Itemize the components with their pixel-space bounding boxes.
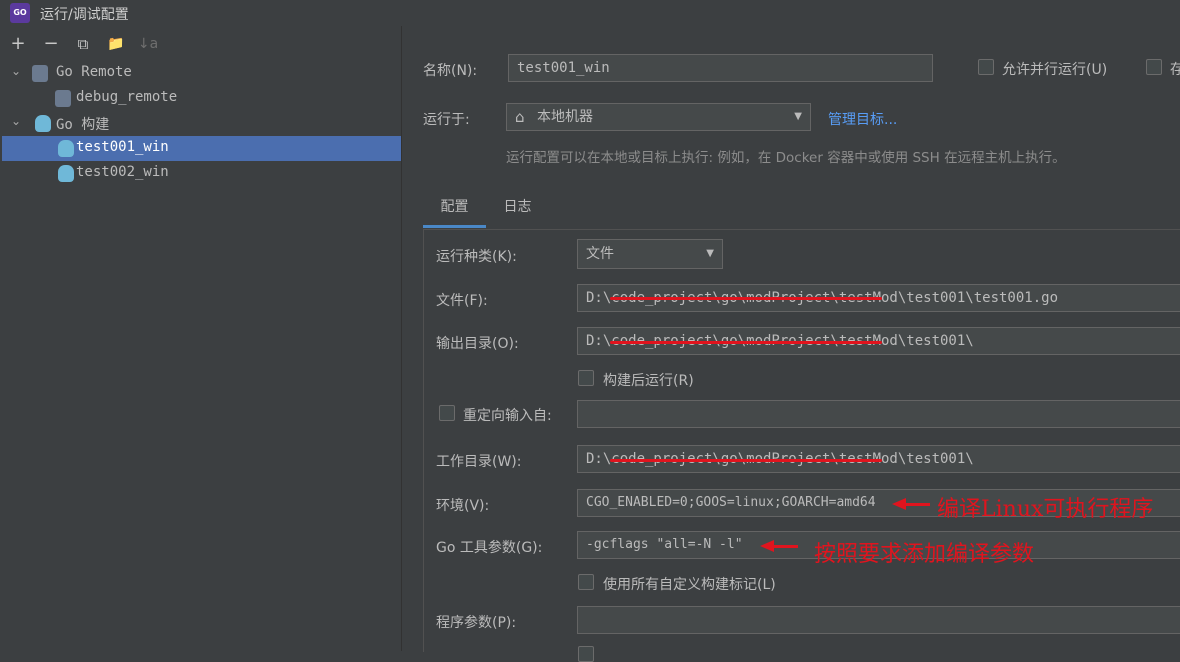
store-as-file-checkbox[interactable] (1146, 59, 1162, 75)
run-on-value: 本地机器 (537, 109, 593, 125)
name-field[interactable]: test001_win (508, 54, 933, 82)
goland-logo-icon: GO (10, 3, 30, 23)
window-title: 运行/调试配置 (40, 7, 129, 23)
chevron-down-icon[interactable]: ⌄ (11, 64, 21, 78)
config-editor: 名称(N): test001_win 允许并行运行(U) 存 运行于: ⌂ 本地… (402, 26, 1180, 662)
tab-logs[interactable]: 日志 (486, 194, 549, 228)
annotation-arrow-line (904, 503, 930, 506)
run-kind-dropdown[interactable]: 文件 ▼ (577, 239, 723, 269)
store-as-file-label: 存 (1170, 62, 1180, 78)
go-build-icon (35, 115, 51, 132)
tree-item-label: Go Remote (56, 64, 132, 80)
program-args-field[interactable] (577, 606, 1180, 634)
output-dir-label: 输出目录(O): (436, 336, 519, 352)
run-on-hint: 运行配置可以在本地或目标上执行: 例如，在 Docker 容器中或使用 SSH … (506, 150, 1066, 166)
tree-item-label: Go 构建 (56, 117, 110, 133)
tab-config[interactable]: 配置 (423, 194, 486, 228)
tree-item-label: test001_win (76, 139, 169, 155)
manage-targets-link[interactable]: 管理目标... (828, 109, 897, 129)
home-icon: ⌂ (515, 108, 525, 126)
chevron-down-icon: ▼ (706, 248, 714, 259)
tree-item-test001-win[interactable]: test001_win (2, 136, 401, 161)
file-label: 文件(F): (436, 293, 488, 309)
go-remote-icon (55, 90, 71, 107)
run-after-build-checkbox[interactable] (578, 370, 594, 386)
go-remote-icon (32, 65, 48, 82)
run-on-dropdown[interactable]: ⌂ 本地机器 ▼ (506, 103, 811, 131)
allow-parallel-label: 允许并行运行(U) (1002, 62, 1108, 78)
tree-item-label: debug_remote (76, 89, 178, 105)
elevated-run-checkbox[interactable] (578, 646, 594, 662)
workdir-label: 工作目录(W): (436, 454, 522, 470)
copy-icon[interactable]: ⧉ (72, 32, 94, 56)
redirect-input-label: 重定向输入自: (463, 408, 552, 424)
tree-item-debug-remote[interactable]: debug_remote (2, 86, 401, 111)
annotation-arrow-line (772, 545, 798, 548)
remove-icon[interactable]: − (40, 32, 62, 56)
folder-add-icon[interactable]: 📁 (105, 32, 127, 56)
use-custom-tags-label: 使用所有自定义构建标记(L) (603, 577, 776, 593)
gopher-icon (58, 140, 74, 157)
sort-icon[interactable]: ↓a (137, 32, 159, 56)
use-custom-tags-checkbox[interactable] (578, 574, 594, 590)
chevron-down-icon[interactable]: ⌄ (11, 114, 21, 128)
gopher-icon (58, 165, 74, 182)
tree-item-test002-win[interactable]: test002_win (2, 161, 401, 186)
tree-group-go-remote[interactable]: ⌄ Go Remote (2, 61, 401, 86)
title-bar: GO 运行/调试配置 (0, 0, 1180, 26)
redirect-input-field[interactable] (577, 400, 1180, 428)
program-args-label: 程序参数(P): (436, 615, 517, 631)
chevron-down-icon: ▼ (794, 111, 802, 122)
run-kind-value: 文件 (586, 246, 614, 262)
env-label: 环境(V): (436, 498, 490, 514)
args-annotation: 按照要求添加编译参数 (814, 542, 1035, 567)
config-form: 运行种类(K): 文件 ▼ 文件(F): D:\code_project\go\… (423, 229, 1180, 662)
allow-parallel-checkbox[interactable] (978, 59, 994, 75)
tree-item-label: test002_win (76, 164, 169, 180)
env-annotation: 编译Linux可执行程序 (937, 497, 1154, 522)
redaction-line (610, 297, 882, 300)
run-on-label: 运行于: (423, 112, 470, 128)
add-icon[interactable]: + (7, 32, 29, 56)
tree-toolbar: + − ⧉ 📁 ↓a (0, 32, 400, 56)
tree-group-go-build[interactable]: ⌄ Go 构建 (2, 111, 401, 136)
redaction-line (610, 459, 882, 462)
config-tree-panel: + − ⧉ 📁 ↓a ⌄ Go Remote debug_remote ⌄ Go… (0, 26, 402, 651)
run-kind-label: 运行种类(K): (436, 249, 517, 265)
run-after-build-label: 构建后运行(R) (603, 373, 694, 389)
redaction-line (610, 341, 882, 344)
name-label: 名称(N): (423, 63, 478, 79)
redirect-input-checkbox[interactable] (439, 405, 455, 421)
go-tool-args-label: Go 工具参数(G): (436, 540, 543, 556)
